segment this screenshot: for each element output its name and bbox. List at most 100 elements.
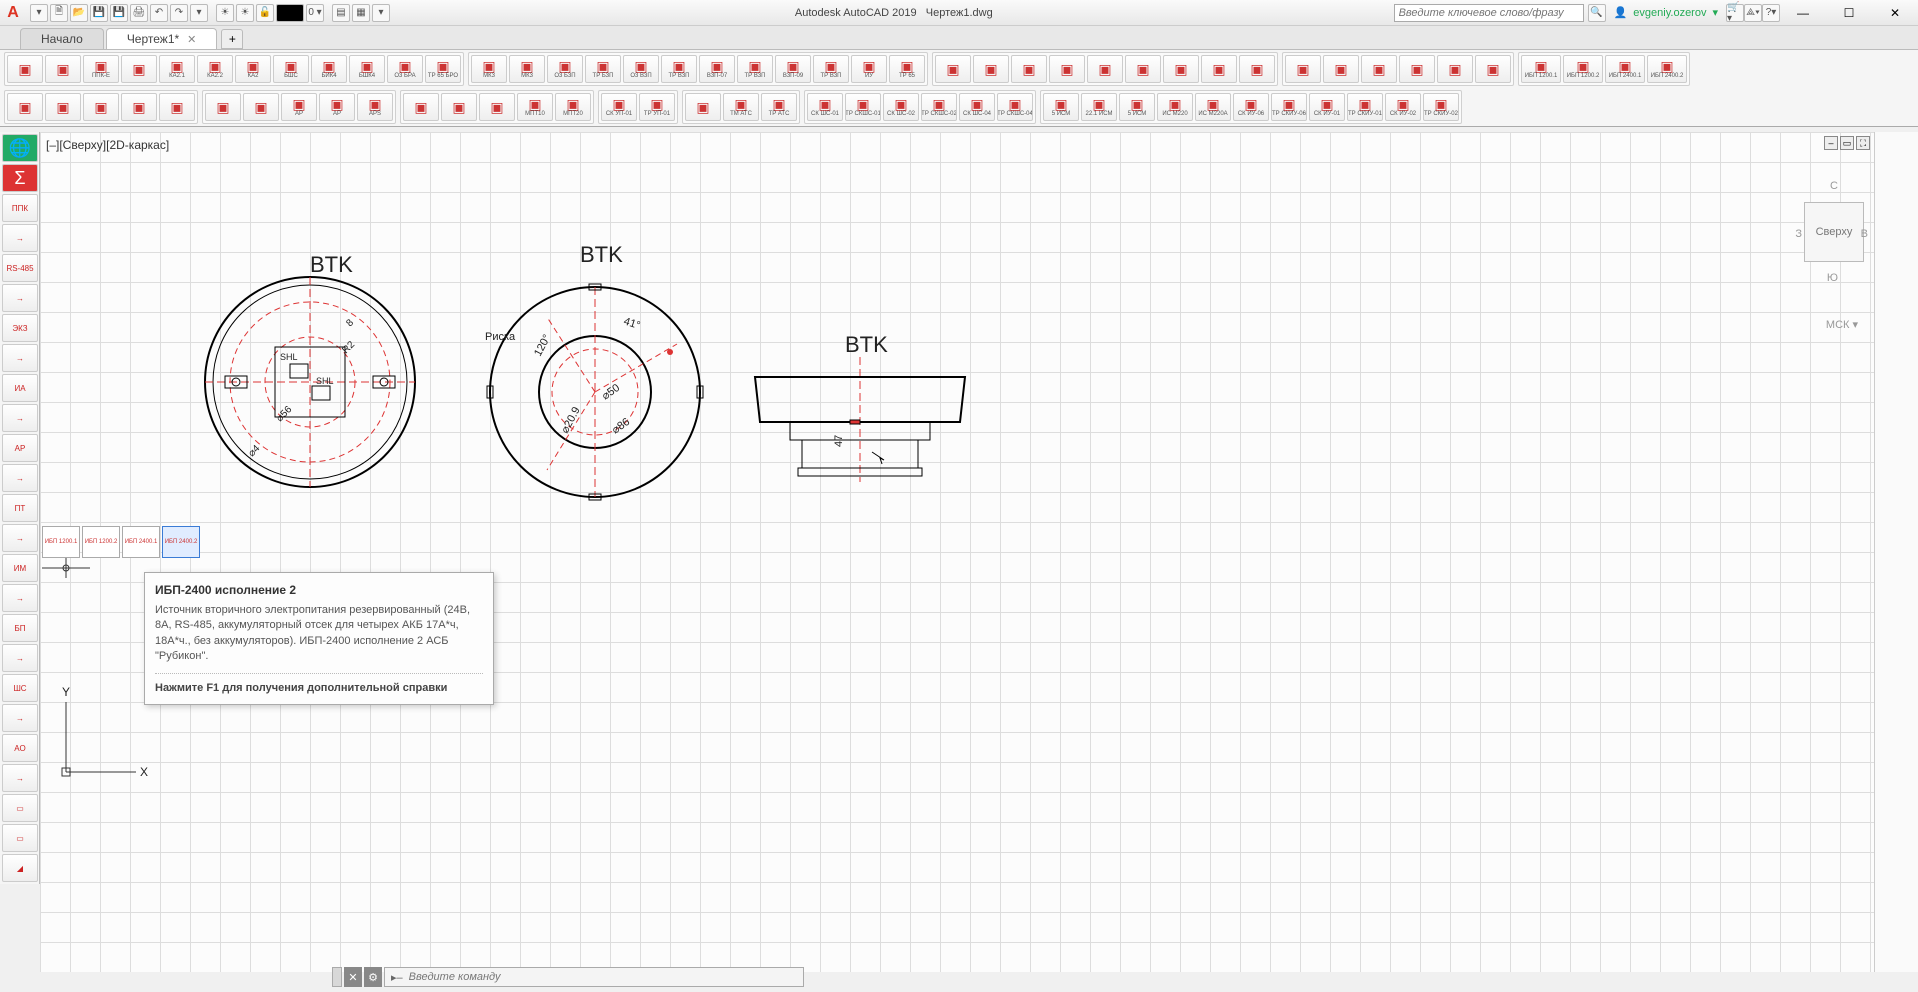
toolbar-button[interactable]: ▣ — [1201, 55, 1237, 83]
saveas-icon[interactable]: 💾 — [110, 4, 128, 22]
palette-button[interactable]: ШС — [2, 674, 38, 702]
toolbar-button[interactable]: ▣СК ШС-04 — [959, 93, 995, 121]
toolbar-button[interactable]: ▣ — [45, 55, 81, 83]
toolbar-button[interactable]: ▣СК ИУ-02 — [1385, 93, 1421, 121]
toolbar-button[interactable]: ▣ — [1437, 55, 1473, 83]
toolbar-button[interactable]: ▣ИС М220А — [1195, 93, 1231, 121]
toolbar-button[interactable]: ▣ТР В3П — [737, 55, 773, 83]
toolbar-button[interactable]: ▣СК ШС-02 — [883, 93, 919, 121]
maximize-button[interactable]: ☐ — [1826, 0, 1872, 26]
props2-icon[interactable]: ▦ — [352, 4, 370, 22]
toolbar-button[interactable]: ▣АР — [281, 93, 317, 121]
toolbar-button[interactable]: ▣ТР Б3П — [585, 55, 621, 83]
palette-button[interactable]: ПТ — [2, 494, 38, 522]
minimize-button[interactable]: — — [1780, 0, 1826, 26]
toolbar-button[interactable]: ▣СК ИУ-06 — [1233, 93, 1269, 121]
toolbar-button[interactable]: ▣ — [121, 93, 157, 121]
help-icon[interactable]: ?▾ — [1762, 4, 1780, 22]
toolbar-button[interactable]: ▣ — [121, 55, 157, 83]
tab-close-icon[interactable]: ✕ — [187, 33, 196, 46]
toolbar-button[interactable]: ▣ТР 65 БРО — [425, 55, 461, 83]
props-icon[interactable]: ▤ — [332, 4, 350, 22]
color-swatch[interactable] — [276, 4, 304, 22]
props-expand[interactable]: ▾ — [372, 4, 390, 22]
cart-icon[interactable]: 🛒▾ — [1726, 4, 1744, 22]
toolbar-button[interactable]: ▣ — [243, 93, 279, 121]
toolbar-button[interactable]: ▣ — [1239, 55, 1275, 83]
toolbar-button[interactable]: ▣ИС М220 — [1157, 93, 1193, 121]
palette-button[interactable]: RS-485 — [2, 254, 38, 282]
toolbar-button[interactable]: ▣ППК-Е — [83, 55, 119, 83]
toolbar-button[interactable]: ▣APS — [357, 93, 393, 121]
toolbar-button[interactable]: ▣БШК4 — [349, 55, 385, 83]
lock-icon[interactable]: 🔓 — [256, 4, 274, 22]
toolbar-button[interactable]: ▣ — [1475, 55, 1511, 83]
toolbar-button[interactable]: ▣МК3 — [471, 55, 507, 83]
toolbar-button[interactable]: ▣ИБП 2400.2 — [1647, 55, 1687, 83]
palette-button[interactable]: ▭ — [2, 794, 38, 822]
open-icon[interactable]: 📂 — [70, 4, 88, 22]
toolbar-button[interactable]: ▣ИБП 1200.1 — [1521, 55, 1561, 83]
palette-button[interactable]: БП — [2, 614, 38, 642]
toolbar-button[interactable]: ▣СК ИУ-01 — [1309, 93, 1345, 121]
undo-icon[interactable]: ↶ — [150, 4, 168, 22]
toolbar-button[interactable]: ▣ТР СКИУ-02 — [1423, 93, 1459, 121]
toolbar-button[interactable]: ▣КА2.1 — [159, 55, 195, 83]
toolbar-button[interactable]: ▣ — [1087, 55, 1123, 83]
toolbar-button[interactable]: ▣О3 Б3П — [547, 55, 583, 83]
toolbar-button[interactable]: ▣5 ИСМ — [1119, 93, 1155, 121]
save-icon[interactable]: 💾 — [90, 4, 108, 22]
toolbar-button[interactable]: ▣ — [685, 93, 721, 121]
toolbar-button[interactable]: ▣СК ШС-01 — [807, 93, 843, 121]
toolbar-button[interactable]: ▣ — [1163, 55, 1199, 83]
palette-button[interactable]: → — [2, 764, 38, 792]
toolbar-button[interactable]: ▣МПТ10 — [517, 93, 553, 121]
toolbar-button[interactable]: ▣ТР СКШС-04 — [997, 93, 1033, 121]
palette-button[interactable]: ИА — [2, 374, 38, 402]
toolbar-button[interactable]: ▣ — [1285, 55, 1321, 83]
toolbar-button[interactable]: ▣МК3 — [509, 55, 545, 83]
toolbar-button[interactable]: ▣ — [1049, 55, 1085, 83]
new-tab-button[interactable]: + — [221, 29, 243, 49]
close-button[interactable]: ✕ — [1872, 0, 1918, 26]
thumb-item[interactable]: ИБП 2400.1 — [122, 526, 160, 558]
toolbar-button[interactable]: ▣ — [45, 93, 81, 121]
sun2-icon[interactable]: ☀ — [236, 4, 254, 22]
toolbar-button[interactable]: ▣ИУ — [851, 55, 887, 83]
toolbar-button[interactable]: ▣ТР 65 — [889, 55, 925, 83]
user-menu[interactable]: 👤 evgeniy.ozerov ▾ — [1606, 6, 1726, 19]
toolbar-button[interactable]: ▣БИК4 — [311, 55, 347, 83]
toolbar-button[interactable]: ▣ — [159, 93, 195, 121]
palette-button[interactable]: АО — [2, 734, 38, 762]
palette-button[interactable]: → — [2, 524, 38, 552]
palette-button[interactable]: ППК — [2, 194, 38, 222]
toolbar-button[interactable]: ▣ — [479, 93, 515, 121]
toolbar-button[interactable]: ▣ — [935, 55, 971, 83]
toolbar-button[interactable]: ▣ — [205, 93, 241, 121]
redo-icon[interactable]: ↷ — [170, 4, 188, 22]
toolbar-button[interactable]: ▣ — [1011, 55, 1047, 83]
palette-button[interactable]: АР — [2, 434, 38, 462]
palette-button[interactable]: → — [2, 704, 38, 732]
palette-button[interactable]: → — [2, 584, 38, 612]
cmd-options-icon[interactable]: ⚙ — [364, 967, 382, 987]
toolbar-button[interactable]: ▣ — [973, 55, 1009, 83]
palette-button[interactable]: → — [2, 284, 38, 312]
toolbar-button[interactable]: ▣ТР СКШС-02 — [921, 93, 957, 121]
toolbar-button[interactable]: ▣ТМ АТС — [723, 93, 759, 121]
palette-button[interactable]: → — [2, 224, 38, 252]
palette-button[interactable]: → — [2, 344, 38, 372]
tab-drawing-1[interactable]: Чертеж1* ✕ — [106, 28, 218, 49]
palette-button[interactable]: 🌐 — [2, 134, 38, 162]
search-input[interactable] — [1394, 4, 1584, 22]
cmd-close-icon[interactable]: ✕ — [344, 967, 362, 987]
palette-button[interactable]: → — [2, 404, 38, 432]
plot-icon[interactable]: 🖨 — [130, 4, 148, 22]
palette-button[interactable]: Σ — [2, 164, 38, 192]
search-button-icon[interactable]: 🔍 — [1588, 4, 1606, 22]
toolbar-button[interactable]: ▣АР — [319, 93, 355, 121]
toolbar-button[interactable]: ▣ИБП 2400.1 — [1605, 55, 1645, 83]
toolbar-button[interactable]: ▣ТР В3П — [813, 55, 849, 83]
palette-button[interactable]: ▭ — [2, 824, 38, 852]
tab-start[interactable]: Начало — [20, 28, 104, 49]
